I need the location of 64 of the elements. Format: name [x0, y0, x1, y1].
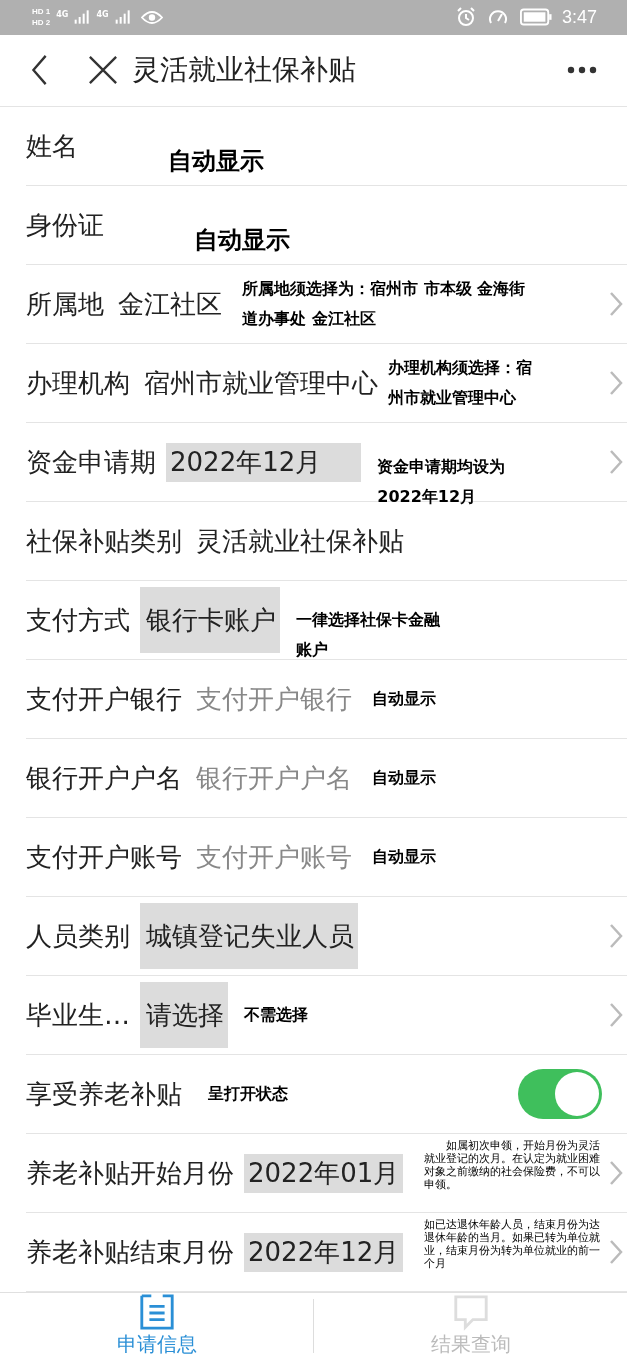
field-label: 养老补贴结束月份 — [26, 1235, 234, 1269]
chevron-right-icon — [609, 449, 623, 475]
chat-bubble-icon — [451, 1293, 490, 1331]
field-label: 支付开户账号 — [26, 840, 182, 874]
field-label: 享受养老补贴 — [26, 1077, 182, 1111]
chevron-right-icon — [609, 1160, 623, 1186]
field-label: 毕业生… — [26, 998, 130, 1032]
toggle-switch[interactable] — [518, 1069, 602, 1119]
chevron-right-icon — [609, 1239, 623, 1265]
sim-label: HD 2 — [32, 18, 51, 28]
document-icon — [137, 1293, 176, 1331]
annotation-note: 自动显示 — [168, 146, 265, 177]
annotation-note: 呈打开状态 — [208, 1083, 289, 1105]
field-label: 姓名 — [26, 129, 78, 163]
field-label: 资金申请期 — [26, 445, 156, 479]
clock-time: 3:47 — [561, 6, 597, 28]
annotation-note: 自动显示 — [372, 688, 437, 710]
annotation-note: 如已达退休年龄人员，结束月份为达退休年龄的当月。如果已转为单位就业，结束月份为转为单位就业的前一个月 — [424, 1218, 601, 1270]
field-label: 银行开户户名 — [26, 761, 182, 795]
signal-icon — [74, 10, 91, 25]
field-label: 所属地 — [26, 287, 104, 321]
annotation-note: 一律选择社保卡金融账户 — [296, 609, 441, 661]
annotation-note: 资金申请期均设为2022年12月 — [377, 456, 507, 508]
eye-icon — [140, 9, 163, 25]
signal-icon — [114, 10, 131, 25]
alarm-clock-icon — [455, 7, 476, 28]
annotation-note: 自动显示 — [372, 846, 437, 868]
chevron-right-icon — [609, 291, 623, 317]
field-value[interactable]: 2022年12月 — [166, 442, 362, 482]
field-label: 办理机构 — [26, 366, 130, 400]
chevron-right-icon — [609, 1002, 623, 1028]
annotation-note: 自动显示 — [372, 767, 437, 789]
battery-icon — [519, 8, 552, 27]
field-value[interactable]: 城镇登记失业人员 — [142, 918, 358, 954]
network-label: 4G — [96, 10, 109, 19]
field-value[interactable]: 金江社区 — [114, 286, 226, 322]
more-icon[interactable] — [567, 66, 597, 75]
chevron-right-icon — [609, 370, 623, 396]
input-field[interactable]: 银行开户户名 — [192, 760, 356, 796]
tab[interactable]: 申请信息 — [0, 1293, 313, 1358]
field-value: 灵活就业社保补贴 — [195, 524, 405, 558]
field-label: 身份证 — [26, 208, 104, 242]
field-label: 支付方式 — [26, 603, 130, 637]
field-value[interactable]: 2022年01月 — [244, 1153, 404, 1193]
field-label: 人员类别 — [26, 919, 130, 953]
input-field[interactable]: 支付开户账号 — [192, 839, 356, 875]
chevron-right-icon — [609, 923, 623, 949]
field-label: 社保补贴类别 — [26, 524, 182, 558]
annotation-note: 不需选择 — [244, 1004, 309, 1026]
network-label: 4G — [56, 10, 69, 19]
annotation-note: 如属初次申领，开始月份为灵活就业登记的次月。在认定为就业困难对象之前缴纳的社会保险费，不可以申领。 — [424, 1139, 601, 1191]
close-icon[interactable] — [88, 55, 118, 86]
input-field[interactable]: 支付开户银行 — [192, 681, 356, 717]
field-value: 银行卡账户 — [145, 603, 277, 637]
annotation-note: 办理机构须选择：宿州市就业管理中心 — [388, 357, 533, 409]
field-value[interactable]: 2022年12月 — [244, 1232, 404, 1272]
field-value[interactable]: 宿州市就业管理中心 — [140, 365, 382, 401]
page-title: 灵活就业社保补贴 — [132, 52, 356, 89]
field-label: 养老补贴开始月份 — [26, 1156, 234, 1190]
annotation-note: 所属地须选择为：宿州市 市本级 金海街道办事处 金江社区 — [242, 278, 527, 330]
field-value[interactable]: 请选择 — [142, 997, 228, 1033]
sim-label: HD 1 — [32, 7, 51, 17]
annotation-note: 自动显示 — [194, 225, 291, 256]
field-label: 支付开户银行 — [26, 682, 182, 716]
